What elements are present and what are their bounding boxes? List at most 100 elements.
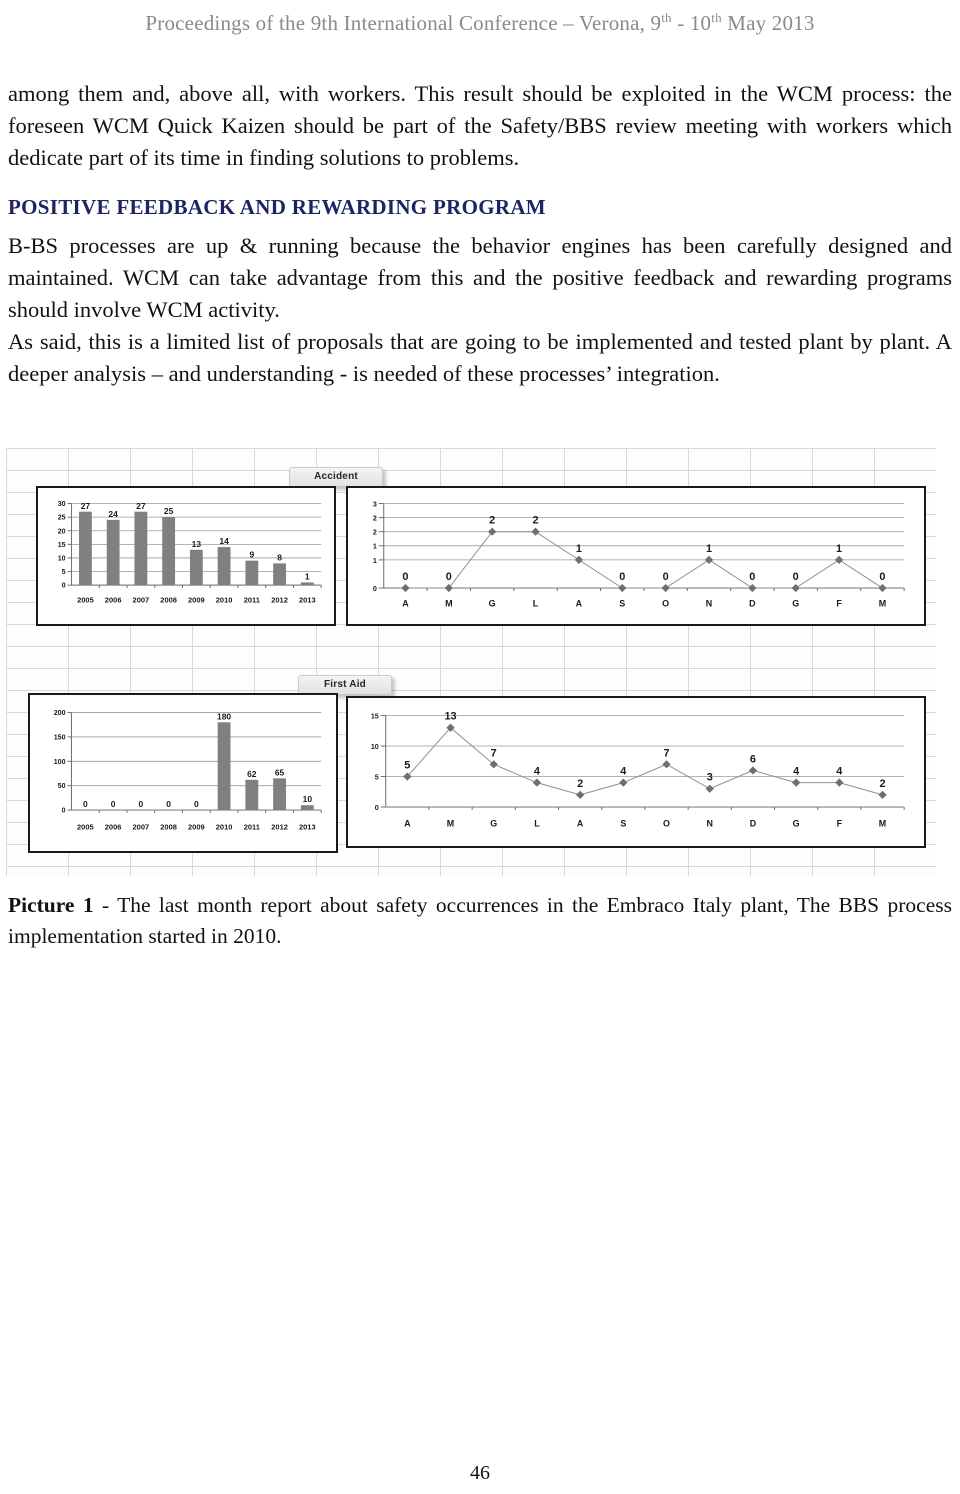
svg-text:2: 2	[489, 515, 495, 527]
svg-text:2006: 2006	[105, 596, 122, 605]
running-header: Proceedings of the 9th International Con…	[0, 10, 960, 36]
svg-text:2: 2	[577, 778, 583, 790]
svg-text:100: 100	[54, 759, 66, 766]
svg-text:A: A	[402, 599, 409, 609]
svg-text:D: D	[749, 599, 755, 609]
svg-text:4: 4	[534, 766, 540, 778]
chart-tab-first-aid: First Aid	[298, 675, 392, 695]
svg-text:0: 0	[166, 799, 171, 809]
svg-text:0: 0	[402, 571, 408, 583]
svg-text:62: 62	[247, 769, 257, 779]
chart-accident-monthly-line: 3 2 2 1 1 0 0 A 0 M 2 G 2 L 1 A 0 S 0 O 1 N 0 D 0 G 1 F 0 M	[346, 486, 926, 626]
svg-text:M: M	[447, 819, 454, 829]
svg-text:G: G	[792, 599, 799, 609]
running-header-text-3: May 2013	[721, 11, 815, 35]
svg-text:1: 1	[706, 543, 712, 555]
svg-text:2: 2	[373, 516, 377, 523]
running-header-text-2: - 10	[671, 11, 712, 35]
figure-caption: Picture 1 - The last month report about …	[8, 890, 952, 952]
svg-text:50: 50	[58, 783, 66, 790]
svg-text:150: 150	[54, 734, 66, 741]
svg-text:0: 0	[62, 583, 66, 590]
svg-text:15: 15	[58, 542, 66, 549]
svg-text:1: 1	[373, 558, 377, 565]
svg-text:0: 0	[111, 799, 116, 809]
svg-text:3: 3	[707, 772, 713, 784]
svg-text:2006: 2006	[105, 823, 122, 832]
svg-text:M: M	[879, 819, 886, 829]
running-header-sup-2: th	[711, 10, 722, 25]
svg-text:G: G	[793, 819, 800, 829]
svg-text:5: 5	[62, 569, 66, 576]
svg-text:F: F	[837, 819, 843, 829]
svg-text:2013: 2013	[299, 823, 316, 832]
figure-safety-charts: Accident First Aid 30 25 20 15 10 5 0 27 2005 24 2…	[6, 448, 936, 876]
svg-text:2008: 2008	[160, 596, 177, 605]
svg-text:200: 200	[54, 710, 66, 717]
svg-text:S: S	[620, 819, 626, 829]
paragraph-limited-list: As said, this is a limited list of propo…	[8, 329, 952, 386]
svg-text:0: 0	[749, 571, 755, 583]
svg-text:10: 10	[303, 794, 313, 804]
accident-line-svg: 3 2 2 1 1 0 0 A 0 M 2 G 2 L 1 A 0 S 0 O 1 N 0 D 0 G 1 F 0 M	[373, 502, 905, 609]
svg-text:2005: 2005	[77, 823, 94, 832]
svg-text:N: N	[707, 819, 713, 829]
svg-text:D: D	[750, 819, 757, 829]
svg-text:6: 6	[750, 754, 756, 766]
svg-text:5: 5	[375, 774, 379, 782]
svg-text:F: F	[836, 599, 842, 609]
svg-text:0: 0	[793, 571, 799, 583]
svg-text:2010: 2010	[216, 823, 233, 832]
svg-text:7: 7	[664, 747, 670, 759]
page-number: 46	[470, 1462, 490, 1484]
svg-text:10: 10	[58, 556, 66, 563]
svg-text:13: 13	[444, 711, 456, 723]
svg-text:5: 5	[404, 760, 410, 772]
svg-text:M: M	[879, 599, 886, 609]
svg-text:20: 20	[58, 528, 66, 535]
svg-text:O: O	[663, 819, 670, 829]
svg-text:2009: 2009	[188, 823, 205, 832]
svg-text:2011: 2011	[244, 596, 260, 605]
first-aid-bar-svg: 200 150 100 50 0 0 2005 0 2006 0 2007 0 2008 0 2009 180…	[54, 710, 322, 832]
svg-text:1: 1	[576, 543, 582, 555]
svg-text:9: 9	[249, 550, 254, 560]
running-header-text-1: Proceedings of the 9th International Con…	[145, 11, 662, 35]
svg-text:30: 30	[58, 501, 66, 508]
svg-text:L: L	[533, 599, 539, 609]
svg-text:0: 0	[373, 586, 377, 593]
svg-text:2010: 2010	[216, 596, 233, 605]
svg-text:A: A	[576, 599, 583, 609]
svg-text:2: 2	[373, 530, 377, 537]
svg-text:2005: 2005	[77, 596, 94, 605]
svg-text:10: 10	[371, 743, 379, 751]
svg-text:2012: 2012	[271, 596, 288, 605]
svg-text:27: 27	[81, 501, 91, 511]
svg-text:0: 0	[663, 571, 669, 583]
svg-text:8: 8	[277, 553, 282, 563]
svg-text:13: 13	[192, 539, 202, 549]
svg-text:O: O	[662, 599, 669, 609]
svg-text:0: 0	[138, 799, 143, 809]
svg-text:0: 0	[619, 571, 625, 583]
chart-tab-accident: Accident	[289, 467, 383, 487]
svg-text:7: 7	[491, 747, 497, 759]
svg-text:2007: 2007	[133, 823, 150, 832]
svg-text:G: G	[489, 599, 496, 609]
svg-text:4: 4	[836, 766, 842, 778]
svg-text:4: 4	[620, 766, 626, 778]
svg-text:4: 4	[793, 766, 799, 778]
svg-text:2008: 2008	[160, 823, 177, 832]
svg-text:2012: 2012	[271, 823, 288, 832]
svg-text:A: A	[577, 819, 584, 829]
svg-text:2: 2	[532, 515, 538, 527]
figure-caption-text: - The last month report about safety occ…	[8, 893, 952, 948]
svg-text:S: S	[619, 599, 625, 609]
svg-text:0: 0	[446, 571, 452, 583]
svg-text:27: 27	[136, 501, 146, 511]
running-header-sup-1: th	[661, 10, 672, 25]
svg-text:M: M	[445, 599, 452, 609]
page-title: POSITIVE FEEDBACK AND REWARDING PROGRAM	[8, 195, 546, 219]
first-aid-line-svg: 15 10 5 0 5 A 13 M 7 G 4 L 2 A 4 S 7 O 3 N 6 D 4 G 4 F 2 M	[371, 711, 905, 829]
paragraph-continuation: among them and, above all, with workers.…	[8, 81, 952, 170]
